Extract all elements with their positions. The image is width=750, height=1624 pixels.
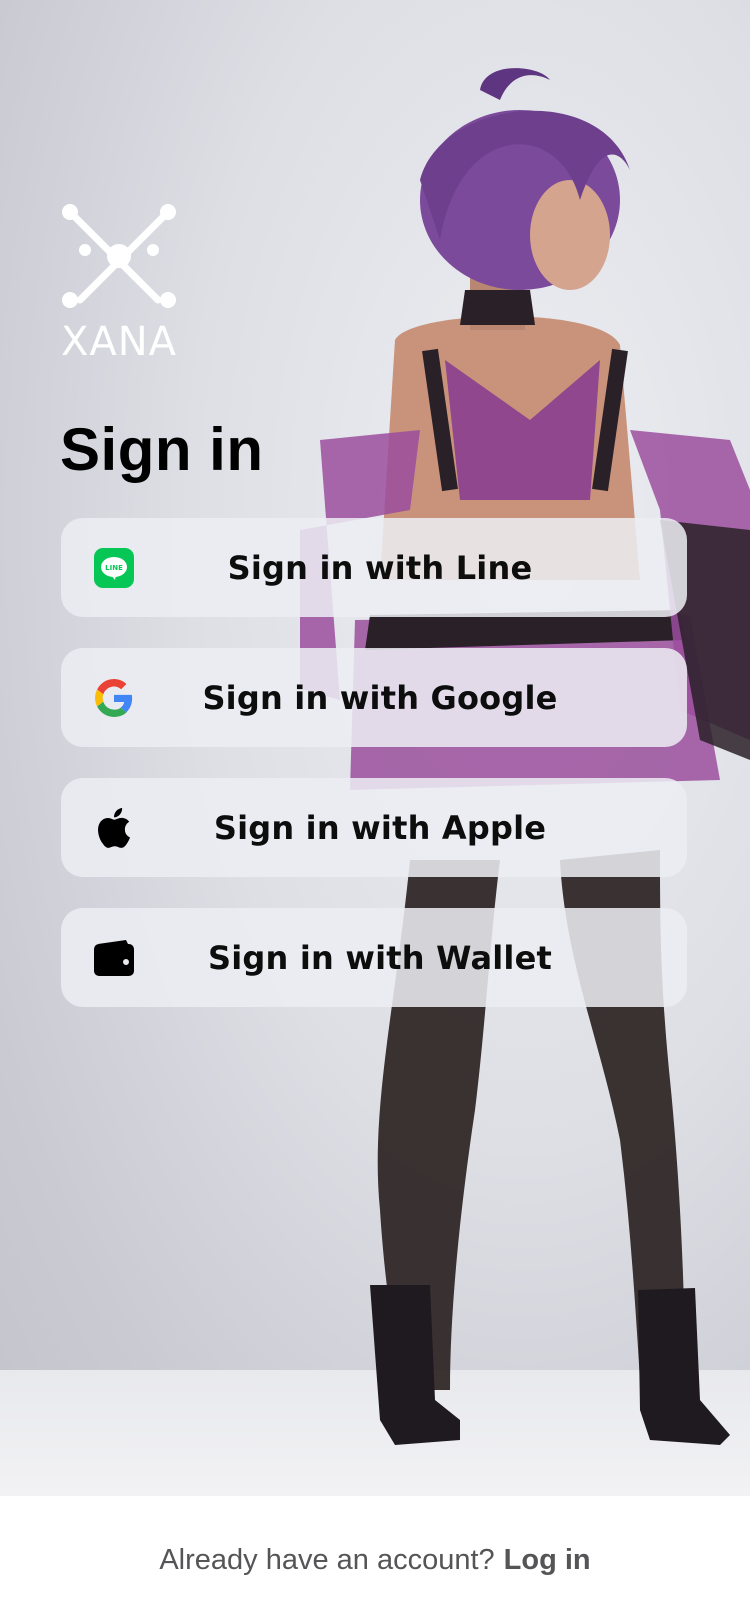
page-title: Sign in <box>60 416 264 483</box>
log-in-link[interactable]: Log in <box>504 1544 591 1577</box>
sign-in-wallet-label: Sign in with Wallet <box>208 938 552 977</box>
sign-in-google-label: Sign in with Google <box>202 678 558 717</box>
account-prompt: Already have an account? <box>159 1543 495 1576</box>
line-icon: LINE <box>94 548 134 588</box>
svg-text:LINE: LINE <box>105 564 123 572</box>
xana-logo: XANA <box>61 204 177 360</box>
logo-text: XANA <box>61 319 177 360</box>
sign-in-line-button[interactable]: LINE Sign in with Line <box>61 518 687 617</box>
sign-in-wallet-button[interactable]: Sign in with Wallet <box>61 908 687 1007</box>
google-icon <box>94 678 134 718</box>
sign-in-line-label: Sign in with Line <box>227 548 533 587</box>
wallet-icon <box>94 938 134 978</box>
footer: Already have an account? Log in <box>0 1496 750 1624</box>
apple-icon <box>94 808 134 848</box>
sign-in-apple-button[interactable]: Sign in with Apple <box>61 778 687 877</box>
sign-in-google-button[interactable]: Sign in with Google <box>61 648 687 747</box>
sign-in-apple-label: Sign in with Apple <box>213 808 547 847</box>
